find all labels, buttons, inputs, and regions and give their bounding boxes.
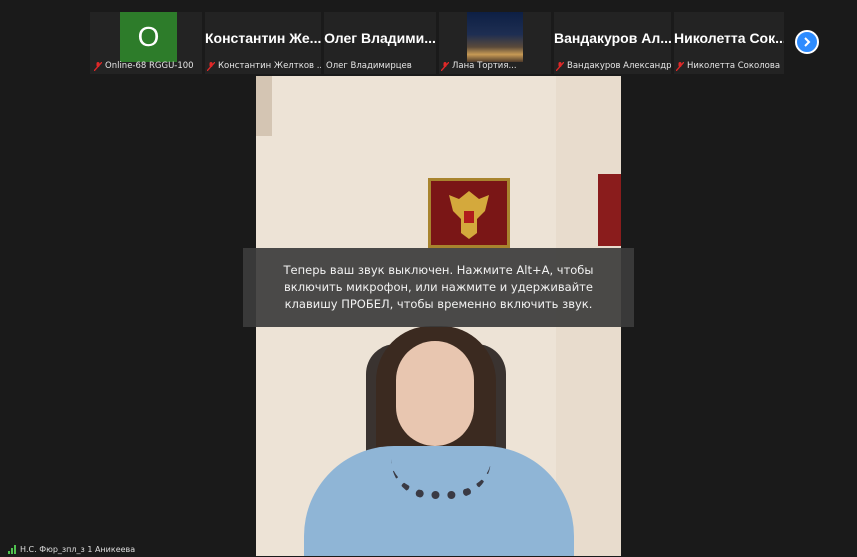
double-headed-eagle-icon: [449, 191, 489, 239]
participant-name: Олег Владимирцев: [326, 61, 412, 71]
participant-caption: Online-68 RGGU-100: [94, 60, 202, 72]
participant-caption: Николетта Соколова: [676, 60, 784, 72]
active-speaker-label: Н.С. Фюр_зпл_з 1 Аникеева: [8, 542, 135, 556]
muted-mic-icon: [441, 61, 449, 71]
participant-tile-nikoletta[interactable]: Николетта Сок... Николетта Соколова: [674, 12, 784, 74]
signal-strength-icon: [8, 544, 17, 554]
participant-display-name: Вандакуров Ал...: [554, 30, 671, 46]
next-page-button[interactable]: [795, 30, 819, 54]
participant-caption: Вандакуров Александр: [556, 60, 671, 72]
participant-name: Online-68 RGGU-100: [105, 61, 194, 71]
muted-mic-icon: [207, 61, 215, 71]
participant-tile-konstantin[interactable]: Константин Же... Константин Желтков ...: [205, 12, 321, 74]
participant-display-name: Олег Владими...: [324, 30, 436, 46]
notification-line-3: клавишу ПРОБЕЛ, чтобы временно включить …: [284, 297, 593, 311]
notification-line-1: Теперь ваш звук выключен. Нажмите Alt+A,…: [283, 263, 594, 277]
participant-name: Лана Тортия...: [452, 61, 517, 71]
person-face: [396, 341, 474, 446]
participant-name: Вандакуров Александр: [567, 61, 671, 71]
participant-video-thumbnail: [467, 12, 523, 62]
participant-tile-vandakurov[interactable]: Вандакуров Ал... Вандакуров Александр: [554, 12, 671, 74]
participant-display-name: Константин Же...: [205, 30, 321, 46]
mute-notification: Теперь ваш звук выключен. Нажмите Alt+A,…: [243, 248, 634, 327]
participant-tile-oleg[interactable]: Олег Владими... Олег Владимирцев: [324, 12, 436, 74]
muted-mic-icon: [556, 61, 564, 71]
wall-shadow: [256, 76, 272, 136]
coat-of-arms-image: [428, 178, 510, 248]
participant-tile-online68[interactable]: O Online-68 RGGU-100: [90, 12, 202, 74]
muted-mic-icon: [94, 61, 102, 71]
participant-tile-lana[interactable]: Лана Тортия...: [439, 12, 551, 74]
notification-line-2: включить микрофон, или нажмите и удержив…: [284, 280, 593, 294]
active-speaker-name: Н.С. Фюр_зпл_з 1 Аникеева: [20, 544, 136, 554]
participant-display-name: Николетта Сок...: [674, 30, 784, 46]
avatar: O: [120, 12, 177, 62]
participant-name: Константин Желтков ...: [218, 61, 321, 71]
avatar-letter: O: [137, 21, 160, 52]
participant-caption: Лана Тортия...: [441, 60, 551, 72]
flag-image: [598, 174, 621, 246]
participant-name: Николетта Соколова: [687, 61, 781, 71]
participant-caption: Олег Владимирцев: [326, 60, 436, 72]
gallery-strip: O Online-68 RGGU-100 Константин Же... Ко…: [90, 12, 835, 74]
chevron-right-icon: [804, 37, 811, 47]
participant-caption: Константин Желтков ...: [207, 60, 321, 72]
muted-mic-icon: [676, 61, 684, 71]
